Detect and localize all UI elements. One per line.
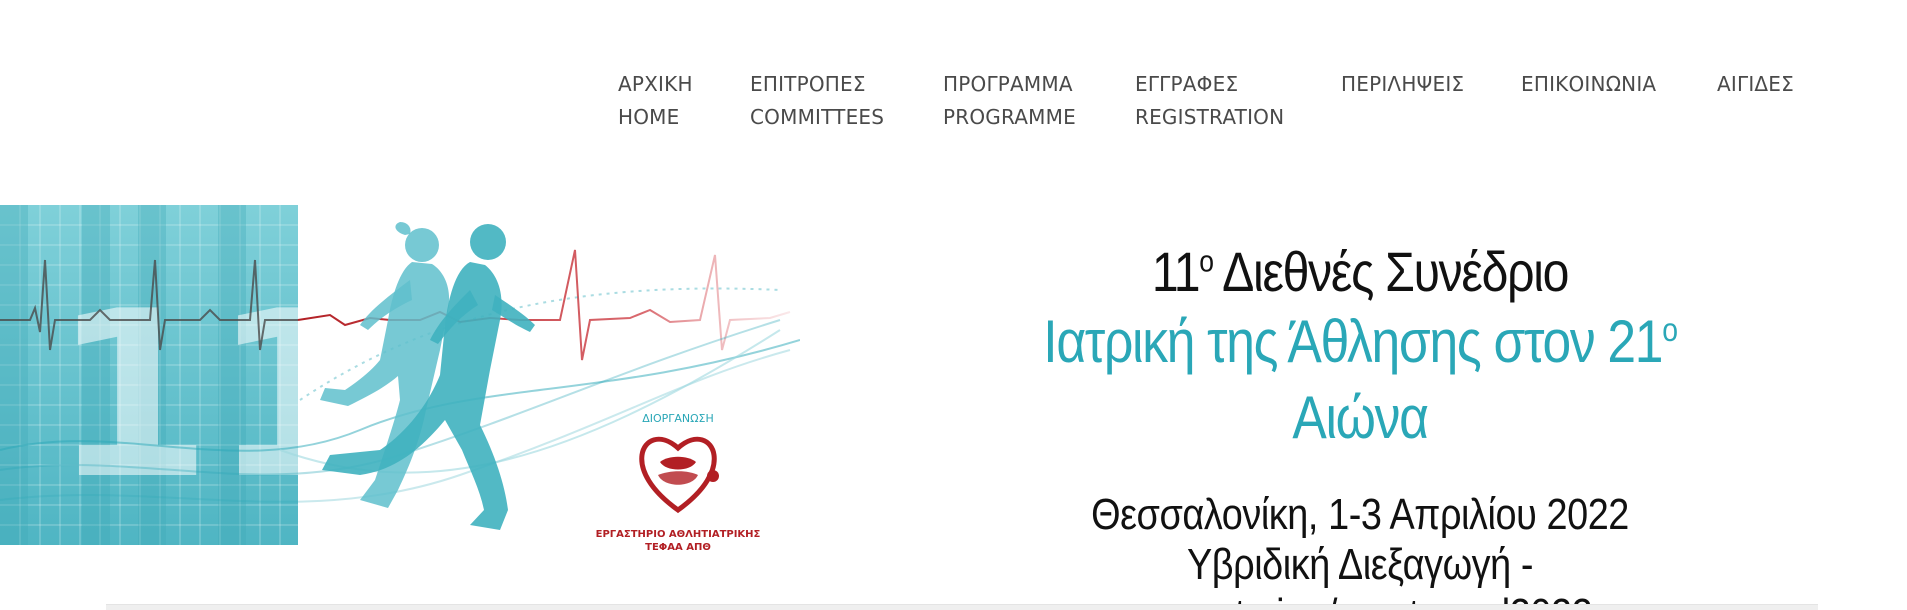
nav-item-auspices[interactable]: ΑΙΓΙΔΕΣ (1717, 68, 1794, 101)
nav-item-label-english: COMMITTEES (750, 105, 885, 129)
title-text: Διεθνές Συνέδριο (1212, 240, 1569, 303)
nav-item-contact[interactable]: ΕΠΙΚΟΙΝΩΝΙΑ (1521, 68, 1656, 101)
title-ordinal: ο (1199, 243, 1214, 279)
nav-item-label-english: HOME (618, 105, 680, 129)
heart-logo (639, 436, 719, 514)
page: ΑΡΧΙΚΗ HOME ΕΠΙΤΡΟΠΕΣ COMMITTEES ΠΡΟΓΡΑΜ… (0, 0, 1907, 610)
nav-item-home[interactable]: ΑΡΧΙΚΗ HOME (618, 68, 693, 134)
nav-item-label-english: PROGRAMME (943, 105, 1076, 129)
nav-item-programme[interactable]: ΠΡΟΓΡΑΜΜΑ PROGRAMME (943, 68, 1076, 134)
conference-title-block: 11ο Διεθνές Συνέδριο Ιατρική της Άθλησης… (940, 240, 1780, 610)
organizer-name-line2: ΤΕΦΑΑ ΑΠΘ (645, 542, 711, 553)
conference-date-location: Θεσσαλονίκη, 1-3 Απριλίου 2022 (1091, 490, 1629, 539)
nav-item-registration[interactable]: ΕΓΓΡΑΦΕΣ REGISTRATION (1135, 68, 1284, 134)
subject-text: Ιατρική της Άθλησης στον 21 (1043, 308, 1663, 375)
nav-item-label-english: REGISTRATION (1135, 105, 1285, 129)
nav-item-label-greek: ΕΠΙΚΟΙΝΩΝΙΑ (1521, 72, 1657, 96)
nav-item-label-greek: ΠΡΟΓΡΑΜΜΑ (943, 72, 1073, 96)
organizer-label: ΔΙΟΡΓΑΝΩΣΗ (642, 412, 714, 425)
nav-item-label-greek: ΕΓΓΡΑΦΕΣ (1135, 72, 1239, 96)
subject-ordinal: ο (1662, 311, 1678, 348)
banner-svg: 11 ΔΙΟΡΓΑΝΩΣΗ ΕΡΓΑΣΤΗΡΙΟ ΑΘΛΗΤΙΑΤΡΙΚΗΣ Τ… (0, 205, 800, 553)
subject-text-end: Αιώνα (1292, 384, 1429, 451)
title-number: 11 (1151, 240, 1201, 303)
conference-title: 11ο Διεθνές Συνέδριο (999, 240, 1721, 304)
nav-item-label-greek: ΑΙΓΙΔΕΣ (1717, 72, 1794, 96)
nav-item-label-greek: ΕΠΙΤΡΟΠΕΣ (750, 72, 866, 96)
conference-details: Θεσσαλονίκη, 1-3 Απριλίου 2022 Υβριδική … (999, 490, 1721, 610)
conference-format-url: Υβριδική Διεξαγωγή - www.ctmi.gr/sportsm… (1128, 540, 1593, 610)
nav-item-abstracts[interactable]: ΠΕΡΙΛΗΨΕΙΣ (1341, 68, 1464, 101)
banner-illustration: 11 ΔΙΟΡΓΑΝΩΣΗ ΕΡΓΑΣΤΗΡΙΟ ΑΘΛΗΤΙΑΤΡΙΚΗΣ Τ… (0, 200, 800, 560)
nav-item-label-greek: ΠΕΡΙΛΗΨΕΙΣ (1341, 72, 1465, 96)
nav-item-label-greek: ΑΡΧΙΚΗ (618, 72, 693, 96)
conference-subject: Ιατρική της Άθλησης στον 21ο Αιώνα (999, 304, 1721, 456)
nav-item-committees[interactable]: ΕΠΙΤΡΟΠΕΣ COMMITTEES (750, 68, 884, 134)
organizer-name-line1: ΕΡΓΑΣΤΗΡΙΟ ΑΘΛΗΤΙΑΤΡΙΚΗΣ (596, 529, 761, 540)
content-divider (106, 604, 1818, 610)
organizer-logo: ΔΙΟΡΓΑΝΩΣΗ ΕΡΓΑΣΤΗΡΙΟ ΑΘΛΗΤΙΑΤΡΙΚΗΣ ΤΕΦΑ… (596, 412, 761, 553)
